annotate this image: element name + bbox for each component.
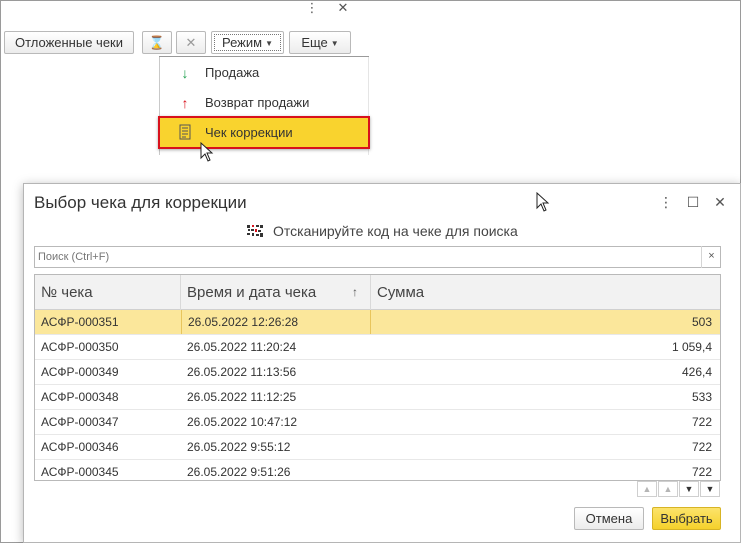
arrow-down-icon: ↓ bbox=[181, 65, 189, 81]
more-icon[interactable]: ⋮ bbox=[304, 0, 320, 16]
cell-sum: 426,4 bbox=[681, 365, 712, 379]
cell-sum: 722 bbox=[691, 415, 712, 429]
first-page-button[interactable]: ▲ bbox=[637, 481, 657, 497]
hourglass-icon: ⌛ bbox=[148, 35, 166, 50]
mouse-cursor-icon bbox=[536, 192, 550, 212]
scan-hint: Отсканируйте код на чеке для поиска bbox=[246, 221, 518, 241]
cell-number: АСФР-000346 bbox=[41, 440, 119, 454]
last-page-button[interactable]: ▼ bbox=[700, 481, 720, 497]
column-header-number[interactable]: № чека bbox=[35, 275, 181, 310]
cell-datetime: 26.05.2022 9:55:12 bbox=[187, 440, 291, 454]
table-row[interactable]: АСФР-000350 26.05.2022 11:20:24 1 059,4 bbox=[35, 335, 720, 360]
cell-number: АСФР-000350 bbox=[41, 340, 119, 354]
more-button-label: Еще bbox=[301, 35, 328, 50]
cell-number: АСФР-000351 bbox=[41, 315, 119, 329]
menu-item-label: Чек коррекции bbox=[205, 125, 293, 140]
first-page-icon: ▲ bbox=[642, 484, 652, 494]
cell-number: АСФР-000348 bbox=[41, 390, 119, 404]
cell-datetime: 26.05.2022 10:47:12 bbox=[187, 415, 298, 429]
mode-menu: ↓ Продажа ↑ Возврат продажи Чек коррекци… bbox=[158, 57, 370, 155]
next-page-button[interactable]: ▼ bbox=[679, 481, 699, 497]
cancel-button[interactable]: Отмена bbox=[574, 507, 644, 530]
cell-sum: 1 059,4 bbox=[671, 340, 712, 354]
deferred-receipts-button[interactable]: Отложенные чеки bbox=[4, 31, 134, 54]
cell-number: АСФР-000349 bbox=[41, 365, 119, 379]
clear-search-button[interactable]: × bbox=[701, 246, 721, 268]
menu-item-return[interactable]: ↑ Возврат продажи bbox=[160, 89, 368, 117]
select-button[interactable]: Выбрать bbox=[652, 507, 721, 530]
select-receipt-dialog: Выбор чека для коррекции ⋮ ☐ ✕ Отсканиру… bbox=[23, 183, 741, 543]
close-icon[interactable]: ✕ bbox=[712, 194, 728, 211]
more-button[interactable]: Еще ▼ bbox=[289, 31, 351, 54]
cell-sum: 722 bbox=[691, 465, 712, 479]
sort-ascending-icon: ↑ bbox=[352, 285, 358, 299]
column-header-label: Время и дата чека bbox=[187, 284, 317, 301]
last-page-icon: ▼ bbox=[705, 484, 715, 494]
scan-hint-text: Отсканируйте код на чеке для поиска bbox=[273, 223, 518, 239]
arrow-up-icon: ↑ bbox=[181, 95, 189, 111]
table-header: № чека Время и дата чека ↑ Сумма bbox=[35, 275, 720, 310]
mouse-cursor-icon bbox=[200, 142, 214, 162]
chevron-down-icon: ▼ bbox=[330, 39, 339, 49]
table-row[interactable]: АСФР-000349 26.05.2022 11:13:56 426,4 bbox=[35, 360, 720, 385]
prev-page-button[interactable]: ▲ bbox=[658, 481, 678, 497]
menu-item-sale[interactable]: ↓ Продажа bbox=[160, 59, 368, 87]
cell-sum: 533 bbox=[691, 390, 712, 404]
mode-button[interactable]: Режим ▼ bbox=[211, 31, 284, 54]
menu-item-label: Возврат продажи bbox=[205, 95, 310, 110]
close-icon[interactable]: ✕ bbox=[335, 0, 351, 16]
cell-datetime: 26.05.2022 12:26:28 bbox=[181, 310, 371, 334]
cell-sum: 722 bbox=[691, 440, 712, 454]
prev-page-icon: ▲ bbox=[663, 484, 673, 494]
table-row[interactable]: АСФР-000345 26.05.2022 9:51:26 722 bbox=[35, 460, 720, 480]
focus-border bbox=[214, 34, 281, 51]
table-row[interactable]: АСФР-000348 26.05.2022 11:12:25 533 bbox=[35, 385, 720, 410]
cell-datetime: 26.05.2022 11:20:24 bbox=[187, 340, 297, 354]
cell-datetime: 26.05.2022 9:51:26 bbox=[187, 465, 291, 479]
column-header-datetime[interactable]: Время и дата чека ↑ bbox=[181, 275, 371, 310]
table-row[interactable]: АСФР-000346 26.05.2022 9:55:12 722 bbox=[35, 435, 720, 460]
cell-datetime: 26.05.2022 11:12:25 bbox=[187, 390, 297, 404]
hourglass-button[interactable]: ⌛ bbox=[142, 31, 172, 54]
barcode-scan-icon bbox=[246, 223, 264, 238]
more-icon[interactable]: ⋮ bbox=[658, 194, 674, 211]
dialog-title: Выбор чека для коррекции bbox=[34, 193, 247, 212]
cell-sum: 503 bbox=[691, 315, 712, 329]
cancel-icon: ✕ bbox=[185, 35, 197, 50]
menu-item-label: Продажа bbox=[205, 65, 260, 80]
table-row[interactable]: АСФР-000347 26.05.2022 10:47:12 722 bbox=[35, 410, 720, 435]
cancel-button[interactable]: ✕ bbox=[176, 31, 206, 54]
search-input[interactable] bbox=[34, 246, 721, 268]
maximize-icon[interactable]: ☐ bbox=[685, 194, 701, 211]
receipt-icon bbox=[178, 118, 192, 150]
cell-number: АСФР-000345 bbox=[41, 465, 119, 479]
cell-datetime: 26.05.2022 11:13:56 bbox=[187, 365, 297, 379]
cell-number: АСФР-000347 bbox=[41, 415, 119, 429]
next-page-icon: ▼ bbox=[684, 484, 694, 494]
menu-item-correction-receipt[interactable]: Чек коррекции bbox=[158, 116, 370, 149]
table-row[interactable]: АСФР-000351 26.05.2022 12:26:28 503 bbox=[35, 310, 720, 335]
column-header-sum[interactable]: Сумма bbox=[371, 275, 720, 310]
receipts-table: № чека Время и дата чека ↑ Сумма АСФР-00… bbox=[34, 274, 721, 481]
